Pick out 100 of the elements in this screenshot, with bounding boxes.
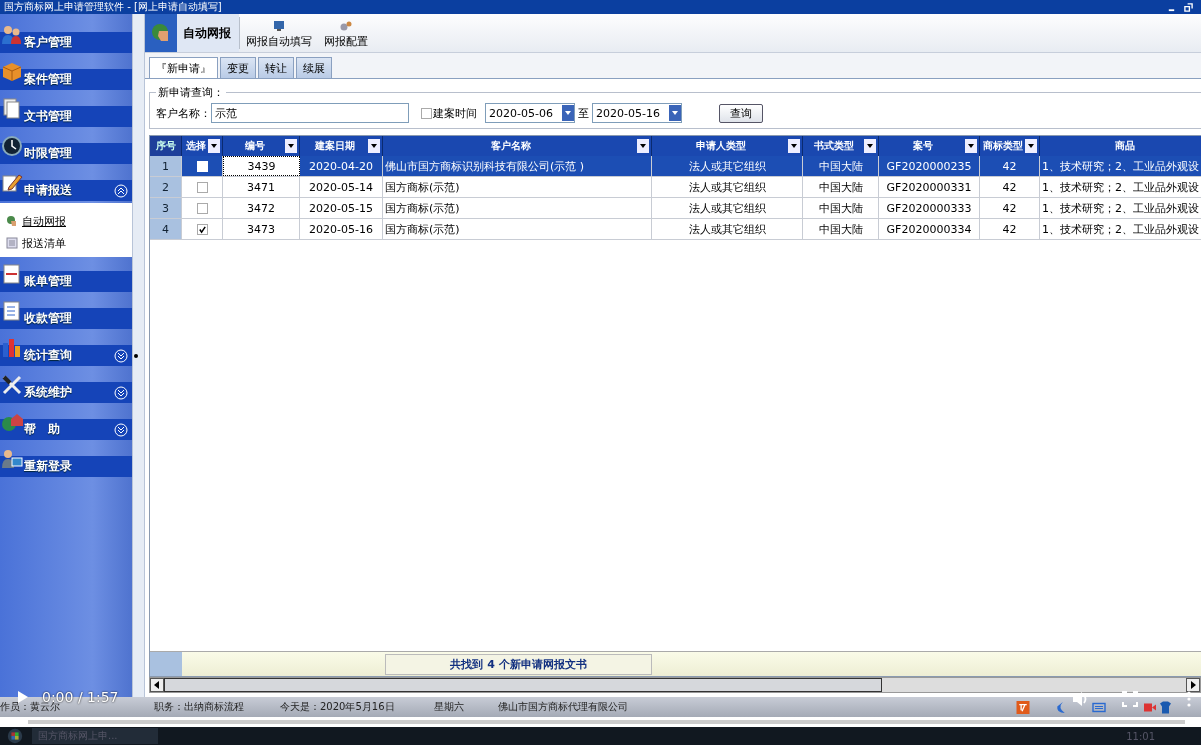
column-header[interactable]: 序号 bbox=[150, 136, 182, 156]
table-cell: 42 bbox=[980, 219, 1040, 239]
sidebar-item[interactable]: 申请报送 bbox=[0, 180, 132, 201]
table-cell: 2020-05-16 bbox=[300, 219, 383, 239]
table-cell: 国方商标(示范) bbox=[383, 177, 652, 197]
table-cell: 法人或其它组织 bbox=[652, 219, 803, 239]
sidebar-item[interactable]: 帮 助 bbox=[0, 419, 132, 440]
table-cell: 1、技术研究；2、工业品外观设 bbox=[1040, 219, 1201, 239]
sidebar-item[interactable]: 时限管理 bbox=[0, 143, 132, 164]
table-row[interactable]: 1 3439 2020-04-20 佛山市国方商标识别科技有限公司(示范 ) 法人或其它组织 中国大陆 GF2020000235 42 1、技术研究；2、工业品外观设 bbox=[150, 156, 1201, 177]
clock-icon bbox=[1, 135, 23, 157]
table-cell: GF2020000334 bbox=[879, 219, 980, 239]
toolbar-button[interactable]: 网报自动填写 bbox=[240, 14, 318, 52]
square-icon[interactable] bbox=[1016, 700, 1030, 714]
restore-icon[interactable] bbox=[1184, 2, 1193, 12]
splitter-handle[interactable] bbox=[132, 14, 145, 697]
expand-icon[interactable] bbox=[114, 422, 128, 437]
row-checkbox[interactable] bbox=[196, 181, 208, 193]
table-cell: 中国大陆 bbox=[803, 198, 879, 218]
table-cell: 2020-05-15 bbox=[300, 198, 383, 218]
sidebar-item[interactable]: 客户管理 bbox=[0, 32, 132, 53]
date-picker[interactable]: 2020-05-06 bbox=[485, 103, 575, 123]
table-cell: 3471 bbox=[223, 177, 300, 197]
collapse-icon[interactable] bbox=[114, 183, 128, 198]
sidebar-item[interactable]: 账单管理 bbox=[0, 271, 132, 292]
moon-icon[interactable] bbox=[1056, 700, 1066, 714]
table-cell: GF2020000331 bbox=[879, 177, 980, 197]
toolbar-button[interactable]: 自动网报 bbox=[145, 14, 239, 52]
expand-icon[interactable] bbox=[114, 348, 128, 363]
sidebar-item[interactable]: 系统维护 bbox=[0, 382, 132, 403]
user-screen-icon bbox=[1, 448, 23, 470]
row-number: 3 bbox=[150, 198, 182, 218]
sidebar-item[interactable]: 统计查询 bbox=[0, 345, 132, 366]
sidebar-item[interactable]: 案件管理 bbox=[0, 69, 132, 90]
sidebar-item[interactable]: 重新登录 bbox=[0, 456, 132, 477]
table-cell: 3472 bbox=[223, 198, 300, 218]
date-filter-checkbox[interactable]: 建案时间 bbox=[421, 105, 477, 121]
row-number: 1 bbox=[150, 156, 182, 176]
table-cell: GF2020000333 bbox=[879, 198, 980, 218]
row-number: 4 bbox=[150, 219, 182, 239]
scroll-right-icon[interactable] bbox=[1186, 678, 1200, 692]
status-text: 佛山市国方商标代理有限公司 bbox=[498, 700, 629, 714]
scrollbar-thumb[interactable] bbox=[164, 678, 882, 692]
table-cell: 2020-05-14 bbox=[300, 177, 383, 197]
date-picker[interactable]: 2020-05-16 bbox=[592, 103, 682, 123]
tab[interactable]: 续展 bbox=[296, 57, 332, 78]
table-cell: 法人或其它组织 bbox=[652, 198, 803, 218]
volume-icon[interactable] bbox=[1072, 691, 1088, 707]
bar-chart-icon bbox=[1, 337, 23, 359]
table-cell: 法人或其它组织 bbox=[652, 177, 803, 197]
pencil-icon bbox=[1, 172, 23, 194]
tab[interactable]: 『新申请』 bbox=[149, 57, 218, 78]
table-cell: 3439 bbox=[223, 156, 300, 176]
table-cell: 1、技术研究；2、工业品外观设 bbox=[1040, 156, 1201, 176]
sidebar-item[interactable]: 收款管理 bbox=[0, 308, 132, 329]
toolbar-button[interactable]: 网报配置 bbox=[318, 14, 374, 52]
list-icon bbox=[6, 237, 18, 249]
status-text: 星期六 bbox=[434, 700, 465, 714]
row-checkbox[interactable] bbox=[196, 202, 208, 214]
expand-icon[interactable] bbox=[114, 385, 128, 400]
submenu-item[interactable]: 报送清单 bbox=[6, 235, 132, 251]
table-cell: 中国大陆 bbox=[803, 219, 879, 239]
table-cell: 佛山市国方商标识别科技有限公司(示范 ) bbox=[383, 156, 652, 176]
status-text: 今天是：2020年5月16日 bbox=[280, 700, 396, 714]
customer-name-field[interactable]: 示范 bbox=[211, 103, 409, 123]
scroll-left-icon[interactable] bbox=[150, 678, 164, 692]
keyboard-icon[interactable] bbox=[1092, 700, 1106, 714]
table-cell: 1、技术研究；2、工业品外观设 bbox=[1040, 198, 1201, 218]
sidebar-item[interactable]: 文书管理 bbox=[0, 106, 132, 127]
row-number: 2 bbox=[150, 177, 182, 197]
fullscreen-icon[interactable] bbox=[1122, 691, 1138, 707]
table-cell: 中国大陆 bbox=[803, 177, 879, 197]
start-button[interactable] bbox=[6, 727, 24, 745]
table-cell: 3473 bbox=[223, 219, 300, 239]
row-checkbox[interactable] bbox=[196, 223, 208, 235]
table-cell: 2020-04-20 bbox=[300, 156, 383, 176]
people-icon bbox=[1, 24, 23, 46]
table-cell: 42 bbox=[980, 156, 1040, 176]
table-row[interactable]: 2 3471 2020-05-14 国方商标(示范) 法人或其它组织 中国大陆 GF2020000331 42 1、技术研究；2、工业品外观设 bbox=[150, 177, 1201, 198]
tab[interactable]: 变更 bbox=[220, 57, 256, 78]
shirt-icon[interactable] bbox=[1160, 700, 1171, 714]
horizontal-scrollbar[interactable] bbox=[149, 677, 1201, 693]
table-row[interactable]: 3 3472 2020-05-15 国方商标(示范) 法人或其它组织 中国大陆 GF2020000333 42 1、技术研究；2、工业品外观设 bbox=[150, 198, 1201, 219]
table-cell: 1、技术研究；2、工业品外观设 bbox=[1040, 177, 1201, 197]
window-title: 国方商标网上申请管理软件 - [网上申请自动填写] bbox=[4, 0, 223, 14]
table-cell: 42 bbox=[980, 198, 1040, 218]
status-text: 职务：出纳商标流程 bbox=[154, 700, 245, 714]
form-icon bbox=[1, 300, 23, 322]
table-row[interactable]: 4 3473 2020-05-16 国方商标(示范) 法人或其它组织 中国大陆 GF2020000334 42 1、技术研究；2、工业品外观设 bbox=[150, 219, 1201, 240]
table-cell: GF2020000235 bbox=[879, 156, 980, 176]
play-icon[interactable] bbox=[18, 691, 28, 703]
tab[interactable]: 转让 bbox=[258, 57, 294, 78]
submenu-item[interactable]: 自动网报 bbox=[6, 213, 132, 229]
more-icon[interactable] bbox=[1186, 691, 1192, 707]
table-cell: 国方商标(示范) bbox=[383, 198, 652, 218]
field-label: 客户名称： bbox=[156, 105, 211, 121]
table-cell: 法人或其它组织 bbox=[652, 156, 803, 176]
table-cell: 国方商标(示范) bbox=[383, 219, 652, 239]
query-button[interactable]: 查询 bbox=[719, 103, 763, 123]
document-icon bbox=[1, 98, 23, 120]
